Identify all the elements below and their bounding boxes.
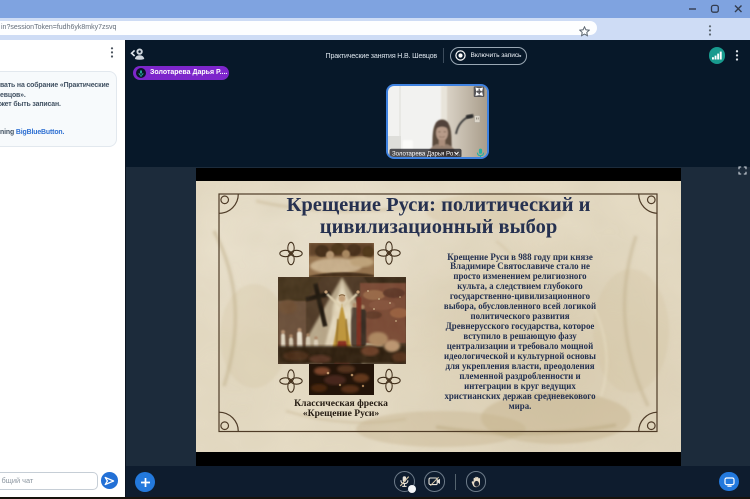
svg-text:Золотарева Дарья Ро....: Золотарева Дарья Ро.... (392, 150, 460, 157)
